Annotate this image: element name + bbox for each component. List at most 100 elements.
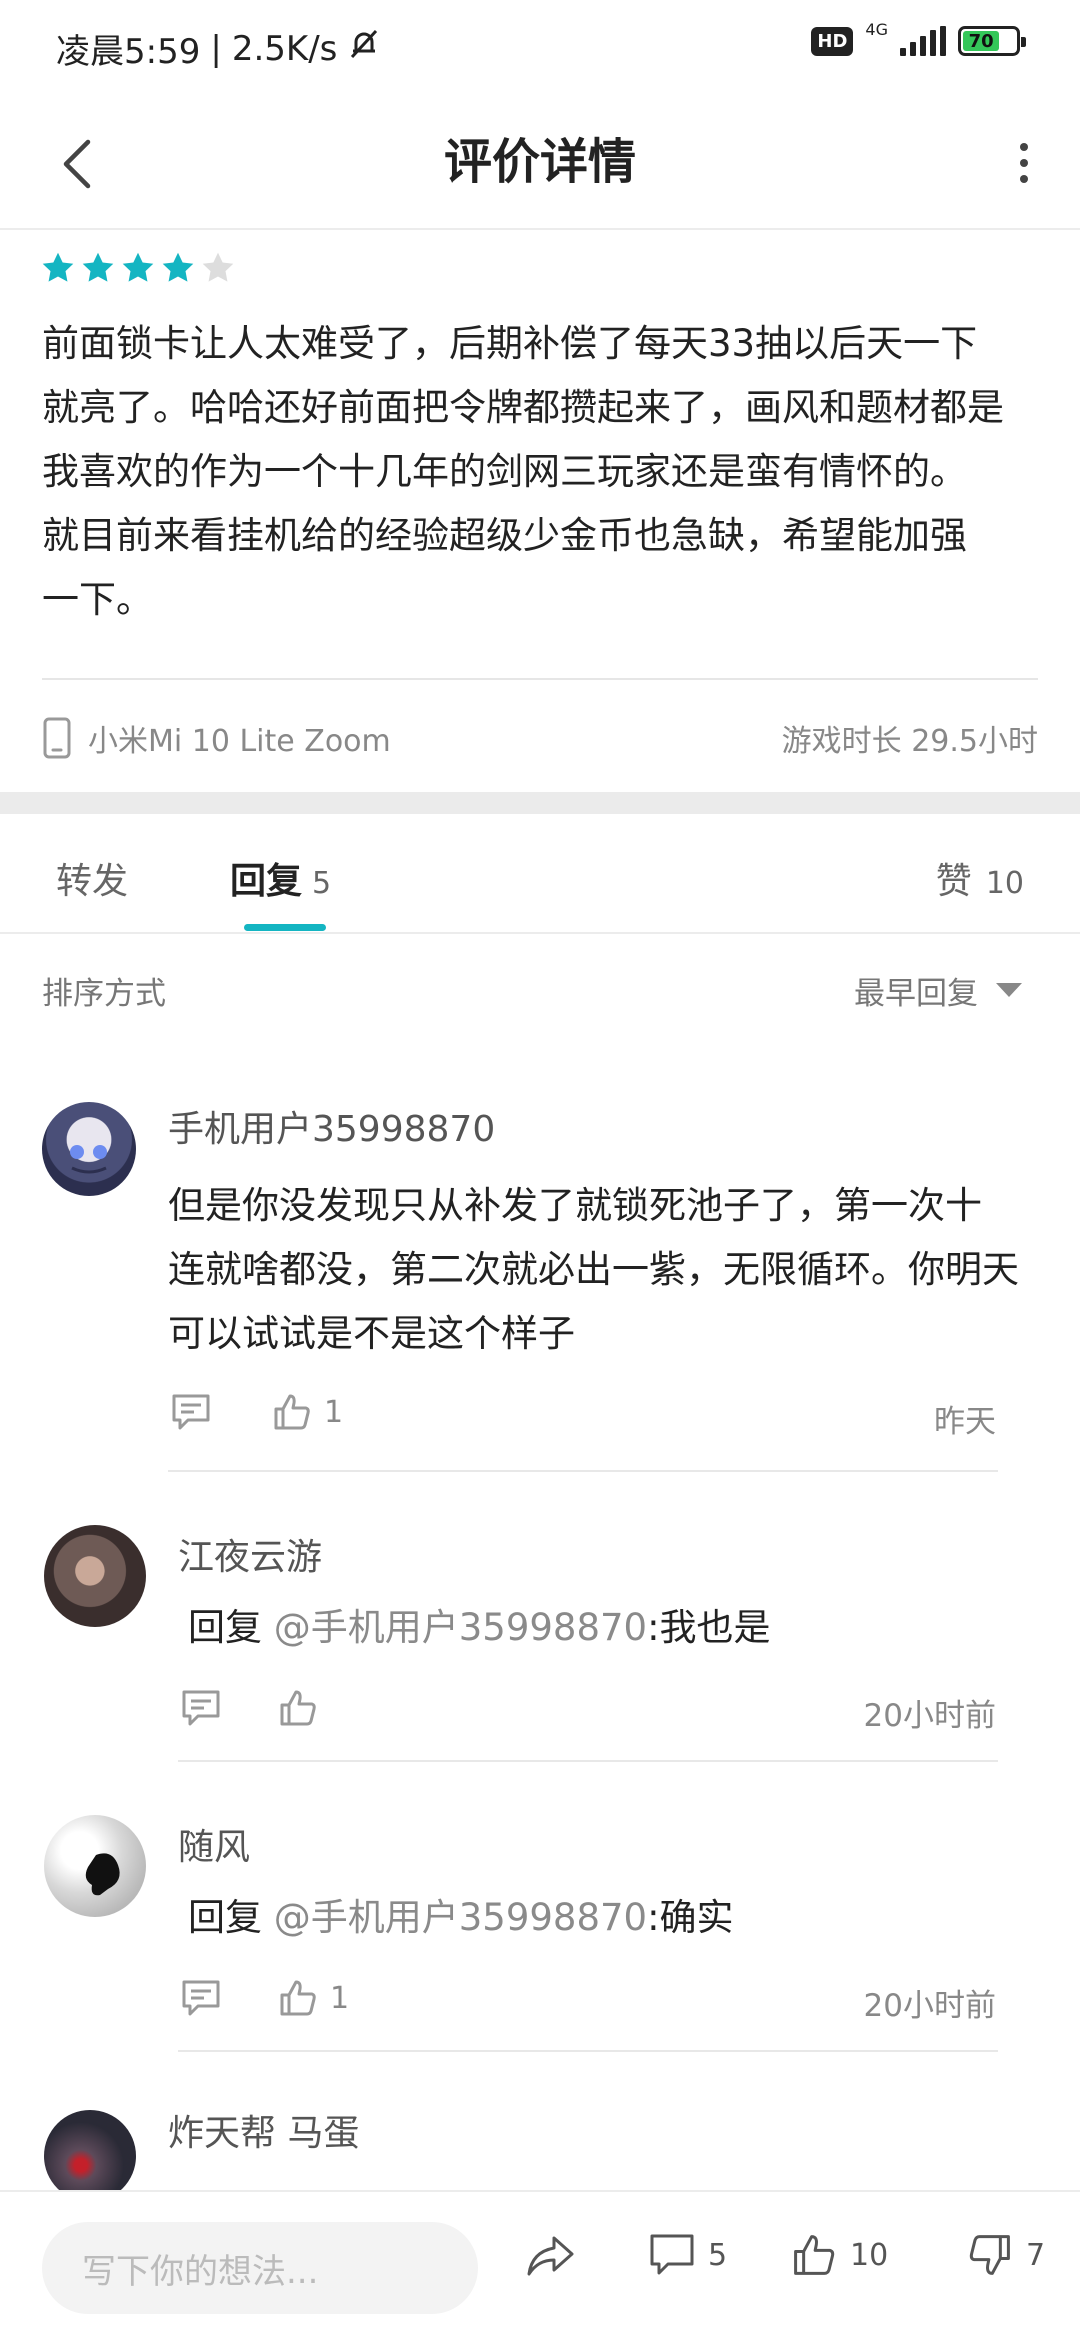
play-time: 游戏时长 29.5小时 — [781, 724, 1038, 759]
tab-like[interactable]: 赞 10 — [936, 852, 1024, 904]
thumbs-up-icon — [794, 2235, 835, 2275]
like-count: 1 — [330, 1980, 350, 2016]
avatar-art-icon — [70, 1145, 107, 1174]
dislike-count: 7 — [1026, 2237, 1046, 2273]
comment-author[interactable]: 江夜云游 — [178, 1528, 322, 1580]
comment-icon — [650, 2234, 694, 2275]
comment-actions — [180, 1688, 330, 1728]
dislike-button[interactable]: 7 — [966, 2232, 1045, 2278]
sort-value: 最早回复 — [854, 975, 978, 1012]
avatar-silhouette-icon — [85, 1853, 120, 1896]
comment-item: 炸天帮 马蛋 — [0, 2100, 1080, 2202]
like-count: 1 — [324, 1394, 344, 1430]
reply-button[interactable] — [170, 1392, 212, 1432]
status-net-speed: 2.5K/s — [231, 28, 338, 69]
comment-author[interactable]: 随风 — [178, 1818, 250, 1870]
more-options-button[interactable] — [994, 128, 1054, 198]
comment-count: 5 — [708, 2237, 728, 2273]
sort-dropdown[interactable]: 最早回复 — [854, 968, 1022, 1013]
comments-button[interactable]: 5 — [648, 2232, 727, 2278]
battery-icon: 70 — [958, 26, 1026, 56]
signal-icon — [900, 26, 946, 56]
reply-text: :确实 — [647, 1896, 734, 1939]
like-button[interactable]: 1 — [278, 1978, 349, 2018]
comment-item: 江夜云游 回复 @手机用户35998870:我也是 20小时前 — [0, 1520, 1080, 1762]
comment-body: 回复 @手机用户35998870:我也是 — [188, 1596, 1048, 1660]
sort-row: 排序方式 最早回复 — [42, 960, 1022, 1020]
more-dot-icon — [1020, 159, 1028, 167]
thumbs-up-icon — [274, 1394, 310, 1430]
review-line: 一下。 — [42, 578, 153, 621]
review-line: 就目前来看挂机给的经验超级少金币也急缺，希望能加强 — [42, 514, 967, 557]
tab-reply[interactable]: 回复 5 — [230, 852, 331, 904]
divider — [178, 1760, 998, 1762]
comment-input-placeholder: 写下你的想法... — [82, 2251, 319, 2292]
reply-button[interactable] — [180, 1978, 222, 2018]
comment-icon — [182, 1980, 220, 2016]
thumbs-up-icon — [280, 1980, 316, 2016]
caret-down-icon — [996, 983, 1022, 997]
hd-badge: HD — [811, 26, 854, 56]
star-filled-icon — [120, 250, 156, 290]
like-button[interactable]: 1 — [272, 1392, 343, 1432]
rating-stars — [40, 250, 236, 290]
star-filled-icon — [80, 250, 116, 290]
mention-link[interactable]: @手机用户35998870 — [274, 1606, 647, 1649]
battery-percent: 70 — [968, 30, 994, 52]
tab-like-count: 10 — [985, 866, 1024, 901]
reply-button[interactable] — [180, 1688, 222, 1728]
avatar[interactable] — [44, 1525, 146, 1627]
comment-author[interactable]: 手机用户35998870 — [168, 1100, 495, 1152]
comment-time: 20小时前 — [863, 1988, 996, 2024]
share-button[interactable] — [524, 2232, 576, 2280]
tab-reply-label: 回复 — [230, 861, 303, 902]
section-separator — [0, 792, 1080, 814]
battery-level: 70 — [963, 30, 1000, 52]
tab-indicator — [244, 924, 326, 931]
avatar[interactable] — [42, 1102, 136, 1196]
comment-line: 但是你没发现只从补发了就锁死池子了，第一次十 — [168, 1184, 982, 1227]
comment-time: 昨天 — [934, 1404, 996, 1440]
more-dot-icon — [1020, 143, 1028, 151]
device-name: 小米Mi 10 Lite Zoom — [88, 724, 391, 759]
like-button[interactable]: 10 — [790, 2232, 888, 2278]
review-line: 就亮了。哈哈还好前面把令牌都攒起来了，画风和题材都是 — [42, 386, 1004, 429]
comment-icon — [182, 1690, 220, 1726]
comment-actions: 1 — [180, 1978, 349, 2018]
comment-icon — [172, 1394, 210, 1430]
like-button[interactable] — [278, 1688, 330, 1728]
reply-prefix: 回复 — [188, 1896, 274, 1939]
divider — [42, 678, 1038, 680]
more-dot-icon — [1020, 175, 1028, 183]
tab-like-label: 赞 — [935, 861, 972, 902]
device-row: 小米Mi 10 Lite Zoom 游戏时长 29.5小时 — [42, 710, 1038, 766]
review-line: 我喜欢的作为一个十几年的剑网三玩家还是蛮有情怀的。 — [42, 450, 967, 493]
mute-alarm-icon — [347, 27, 381, 70]
reply-prefix: 回复 — [188, 1606, 274, 1649]
comment-author[interactable]: 炸天帮 马蛋 — [168, 2104, 359, 2156]
comment-input[interactable]: 写下你的想法... — [42, 2222, 478, 2314]
header: 评价详情 — [0, 96, 1080, 230]
reply-text: :我也是 — [647, 1606, 771, 1649]
status-separator: | — [210, 28, 222, 69]
divider — [178, 2050, 998, 2052]
status-bar: 凌晨5:59 | 2.5K/s HD 4G 70 — [0, 0, 1080, 96]
avatar[interactable] — [44, 1815, 146, 1917]
review-text: 前面锁卡让人太难受了，后期补偿了每天33抽以后天一下 就亮了。哈哈还好前面把令牌… — [42, 312, 1042, 632]
share-icon — [527, 2236, 574, 2276]
network-label: 4G — [865, 19, 888, 39]
review-line: 前面锁卡让人太难受了，后期补偿了每天33抽以后天一下 — [42, 322, 978, 365]
phone-icon — [43, 717, 71, 759]
device-info: 小米Mi 10 Lite Zoom — [42, 716, 391, 760]
divider — [168, 1470, 998, 1472]
comment-item: 随风 回复 @手机用户35998870:确实 1 20小时前 — [0, 1810, 1080, 2052]
like-count: 10 — [850, 2237, 889, 2273]
page-title: 评价详情 — [443, 134, 636, 190]
star-filled-icon — [40, 250, 76, 290]
status-left: 凌晨5:59 | 2.5K/s — [56, 24, 381, 73]
comment-actions: 1 — [170, 1392, 343, 1432]
avatar[interactable] — [44, 2110, 136, 2202]
tab-forward[interactable]: 转发 — [56, 852, 128, 904]
sort-label: 排序方式 — [42, 975, 166, 1012]
mention-link[interactable]: @手机用户35998870 — [274, 1896, 647, 1939]
